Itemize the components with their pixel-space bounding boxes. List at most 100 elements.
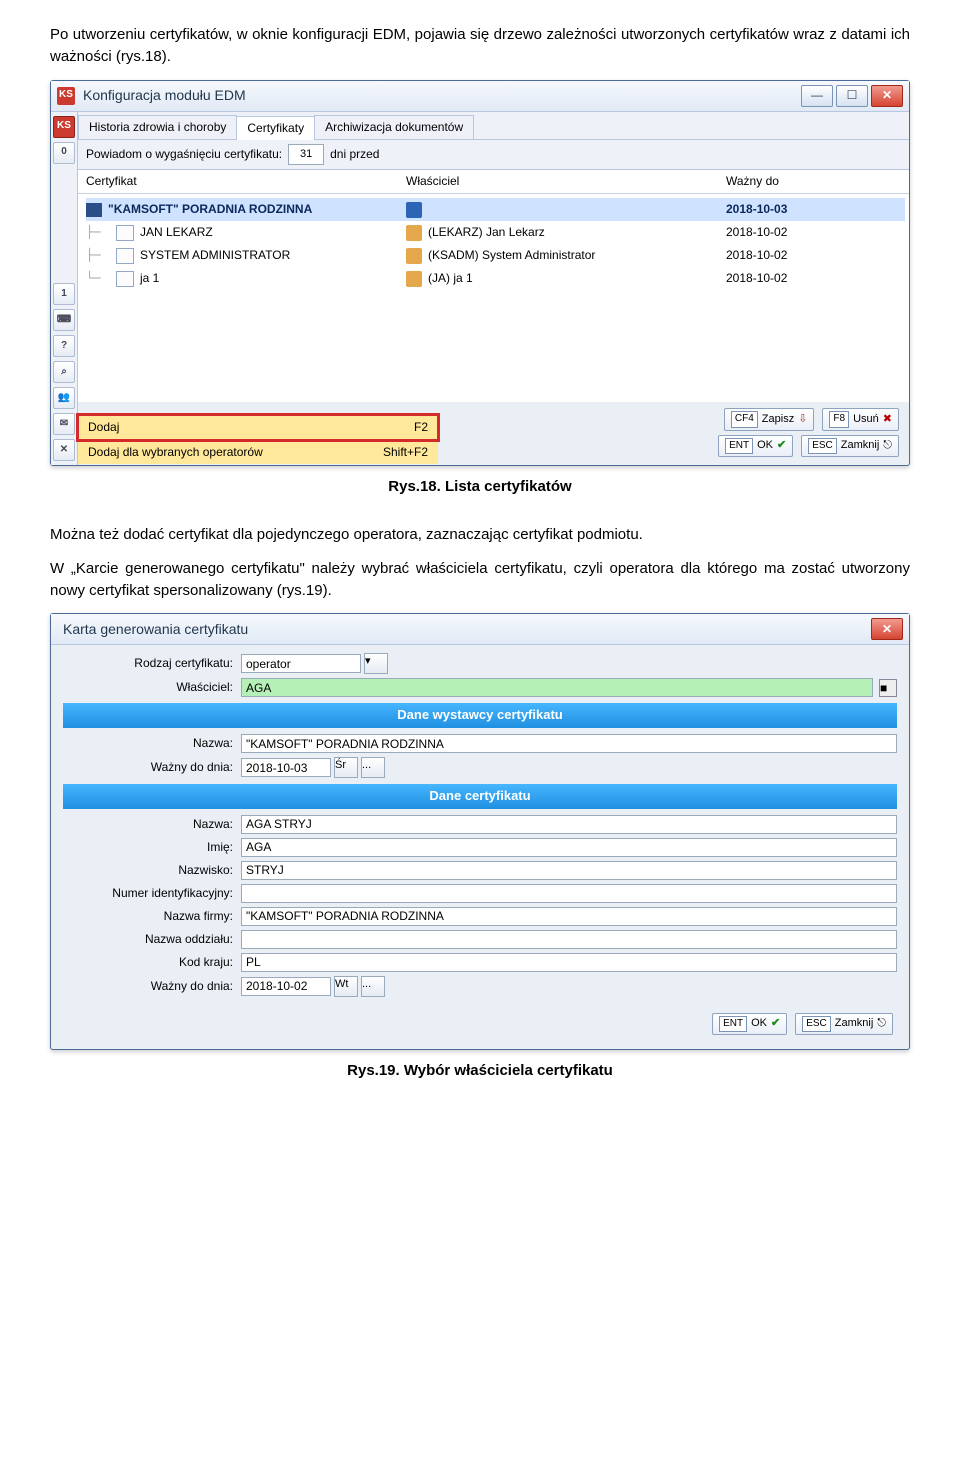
sidebar-ks-icon[interactable]: KS — [53, 116, 75, 138]
label-kind: Rodzaj certyfikatu: — [63, 655, 241, 672]
ok-icon: ✔ — [777, 438, 786, 454]
col-cert: Certyfikat — [86, 173, 406, 190]
company-input[interactable] — [241, 907, 897, 926]
label-owner: Właściciel: — [63, 679, 241, 696]
tab-history[interactable]: Historia zdrowia i choroby — [78, 115, 237, 139]
cert-root-icon — [86, 203, 102, 217]
label-issuer-name: Nazwa: — [63, 735, 241, 752]
issuer-section-header: Dane wystawcy certyfikatu — [63, 703, 897, 728]
valid-date: 2018-10-02 — [726, 224, 846, 241]
close-window-button[interactable]: ESCZamknij⎋ — [801, 435, 899, 458]
window-title: Karta generowania certyfikatu — [57, 619, 868, 639]
label-idnum: Numer identyfikacyjny: — [63, 885, 241, 902]
owner-user-icon — [406, 248, 422, 264]
ok-icon: ✔ — [771, 1016, 780, 1032]
label-company: Nazwa firmy: — [63, 908, 241, 925]
cert-section-header: Dane certyfikatu — [63, 784, 897, 809]
sidebar: KS 0 1 ⌨ ? ⌕ 👥 ✉ ✕ — [51, 112, 78, 466]
first-name-input[interactable] — [241, 838, 897, 857]
cert-leaf-icon — [116, 225, 134, 241]
label-cert-name: Nazwa: — [63, 816, 241, 833]
issuer-name-input[interactable] — [241, 734, 897, 753]
notify-suffix: dni przed — [330, 146, 379, 163]
cert-valid-input[interactable] — [241, 977, 331, 996]
context-add-multi[interactable]: Dodaj dla wybranych operatorów Shift+F2 — [78, 440, 438, 464]
cert-name: SYSTEM ADMINISTRATOR — [140, 247, 290, 264]
issuer-dow-button[interactable]: Śr — [334, 757, 358, 778]
close-window-button[interactable]: ESCZamknij⎋ — [795, 1013, 893, 1036]
tabs: Historia zdrowia i choroby Certyfikaty A… — [78, 112, 909, 140]
valid-date: 2018-10-02 — [726, 247, 846, 264]
sidebar-calc-icon[interactable]: ⌨ — [53, 309, 75, 331]
owner-name: (JA) ja 1 — [428, 270, 473, 287]
context-add-multi-key: Shift+F2 — [383, 444, 428, 461]
intro-text: Po utworzeniu certyfikatów, w oknie konf… — [50, 24, 910, 68]
table-row[interactable]: ├─SYSTEM ADMINISTRATOR (KSADM) System Ad… — [86, 244, 905, 267]
app-icon: KS — [57, 87, 75, 105]
notify-label: Powiadom o wygaśnięciu certyfikatu: — [86, 146, 282, 163]
sidebar-one-button[interactable]: 1 — [53, 283, 75, 305]
close-button[interactable]: ✕ — [871, 618, 903, 640]
delete-button[interactable]: F8Usuń✖ — [822, 408, 899, 431]
context-add-key: F2 — [414, 419, 428, 436]
notify-days-input[interactable] — [288, 144, 324, 165]
context-add[interactable]: Dodaj F2 — [78, 415, 438, 439]
table-header: Certyfikat Właściciel Ważny do — [78, 170, 909, 194]
issuer-valid-input[interactable] — [241, 758, 331, 777]
context-add-label: Dodaj — [88, 419, 119, 436]
last-name-input[interactable] — [241, 861, 897, 880]
table-row[interactable]: "KAMSOFT" PORADNIA RODZINNA 2018-10-03 — [86, 198, 905, 221]
sidebar-zero-button[interactable]: 0 — [53, 142, 75, 164]
sidebar-mail-icon[interactable]: ✉ — [53, 413, 75, 435]
tab-certs[interactable]: Certyfikaty — [236, 116, 315, 140]
window-title: Konfiguracja modułu EDM — [83, 85, 798, 105]
exit-icon: ⎋ — [883, 438, 892, 454]
label-country: Kod kraju: — [63, 954, 241, 971]
save-button[interactable]: CF4Zapisz⇩ — [724, 408, 815, 431]
ok-button[interactable]: ENTOK✔ — [712, 1013, 787, 1036]
issuer-date-picker[interactable]: ... — [361, 757, 385, 778]
kind-select[interactable] — [241, 654, 361, 673]
dropdown-icon[interactable]: ▾ — [364, 653, 388, 674]
maximize-button[interactable]: ☐ — [836, 85, 868, 107]
sidebar-search-icon[interactable]: ⌕ — [53, 361, 75, 383]
col-valid: Ważny do — [726, 173, 846, 190]
context-add-multi-label: Dodaj dla wybranych operatorów — [88, 444, 263, 461]
cert-name: ja 1 — [140, 270, 159, 287]
notify-row: Powiadom o wygaśnięciu certyfikatu: dni … — [78, 140, 909, 170]
cert-dow-button[interactable]: Wt — [334, 976, 358, 997]
owner-name: (KSADM) System Administrator — [428, 247, 595, 264]
cert-date-picker[interactable]: ... — [361, 976, 385, 997]
cert-name: "KAMSOFT" PORADNIA RODZINNA — [108, 201, 312, 218]
owner-input[interactable] — [241, 678, 873, 697]
sidebar-help-icon[interactable]: ? — [53, 335, 75, 357]
save-icon: ⇩ — [798, 412, 807, 428]
delete-icon: ✖ — [883, 412, 892, 428]
label-last: Nazwisko: — [63, 862, 241, 879]
sidebar-people-icon[interactable]: 👥 — [53, 387, 75, 409]
mid-text-1: Można też dodać certyfikat dla pojedyncz… — [50, 524, 910, 546]
titlebar: KS Konfiguracja modułu EDM — ☐ ✕ — [51, 81, 909, 112]
table-row[interactable]: ├─JAN LEKARZ (LEKARZ) Jan Lekarz 2018-10… — [86, 221, 905, 244]
valid-date: 2018-10-03 — [726, 201, 846, 218]
table-row[interactable]: └─ja 1 (JA) ja 1 2018-10-02 — [86, 267, 905, 290]
idnum-input[interactable] — [241, 884, 897, 903]
titlebar: Karta generowania certyfikatu ✕ — [51, 614, 909, 645]
owner-org-icon — [406, 202, 422, 218]
caption-18: Rys.18. Lista certyfikatów — [50, 476, 910, 498]
ok-button[interactable]: ENTOK✔ — [718, 435, 793, 458]
caption-19: Rys.19. Wybór właściciela certyfikatu — [50, 1060, 910, 1082]
close-button[interactable]: ✕ — [871, 85, 903, 107]
tab-arch[interactable]: Archiwizacja dokumentów — [314, 115, 474, 139]
owner-picker-button[interactable]: ■ — [879, 679, 897, 697]
cert-leaf-icon — [116, 271, 134, 287]
owner-user-icon — [406, 271, 422, 287]
label-first: Imię: — [63, 839, 241, 856]
minimize-button[interactable]: — — [801, 85, 833, 107]
dept-input[interactable] — [241, 930, 897, 949]
cert-name-input[interactable] — [241, 815, 897, 834]
label-cert-valid: Ważny do dnia: — [63, 978, 241, 995]
exit-icon: ⎋ — [877, 1016, 886, 1032]
country-input[interactable] — [241, 953, 897, 972]
sidebar-close-icon[interactable]: ✕ — [53, 439, 75, 461]
